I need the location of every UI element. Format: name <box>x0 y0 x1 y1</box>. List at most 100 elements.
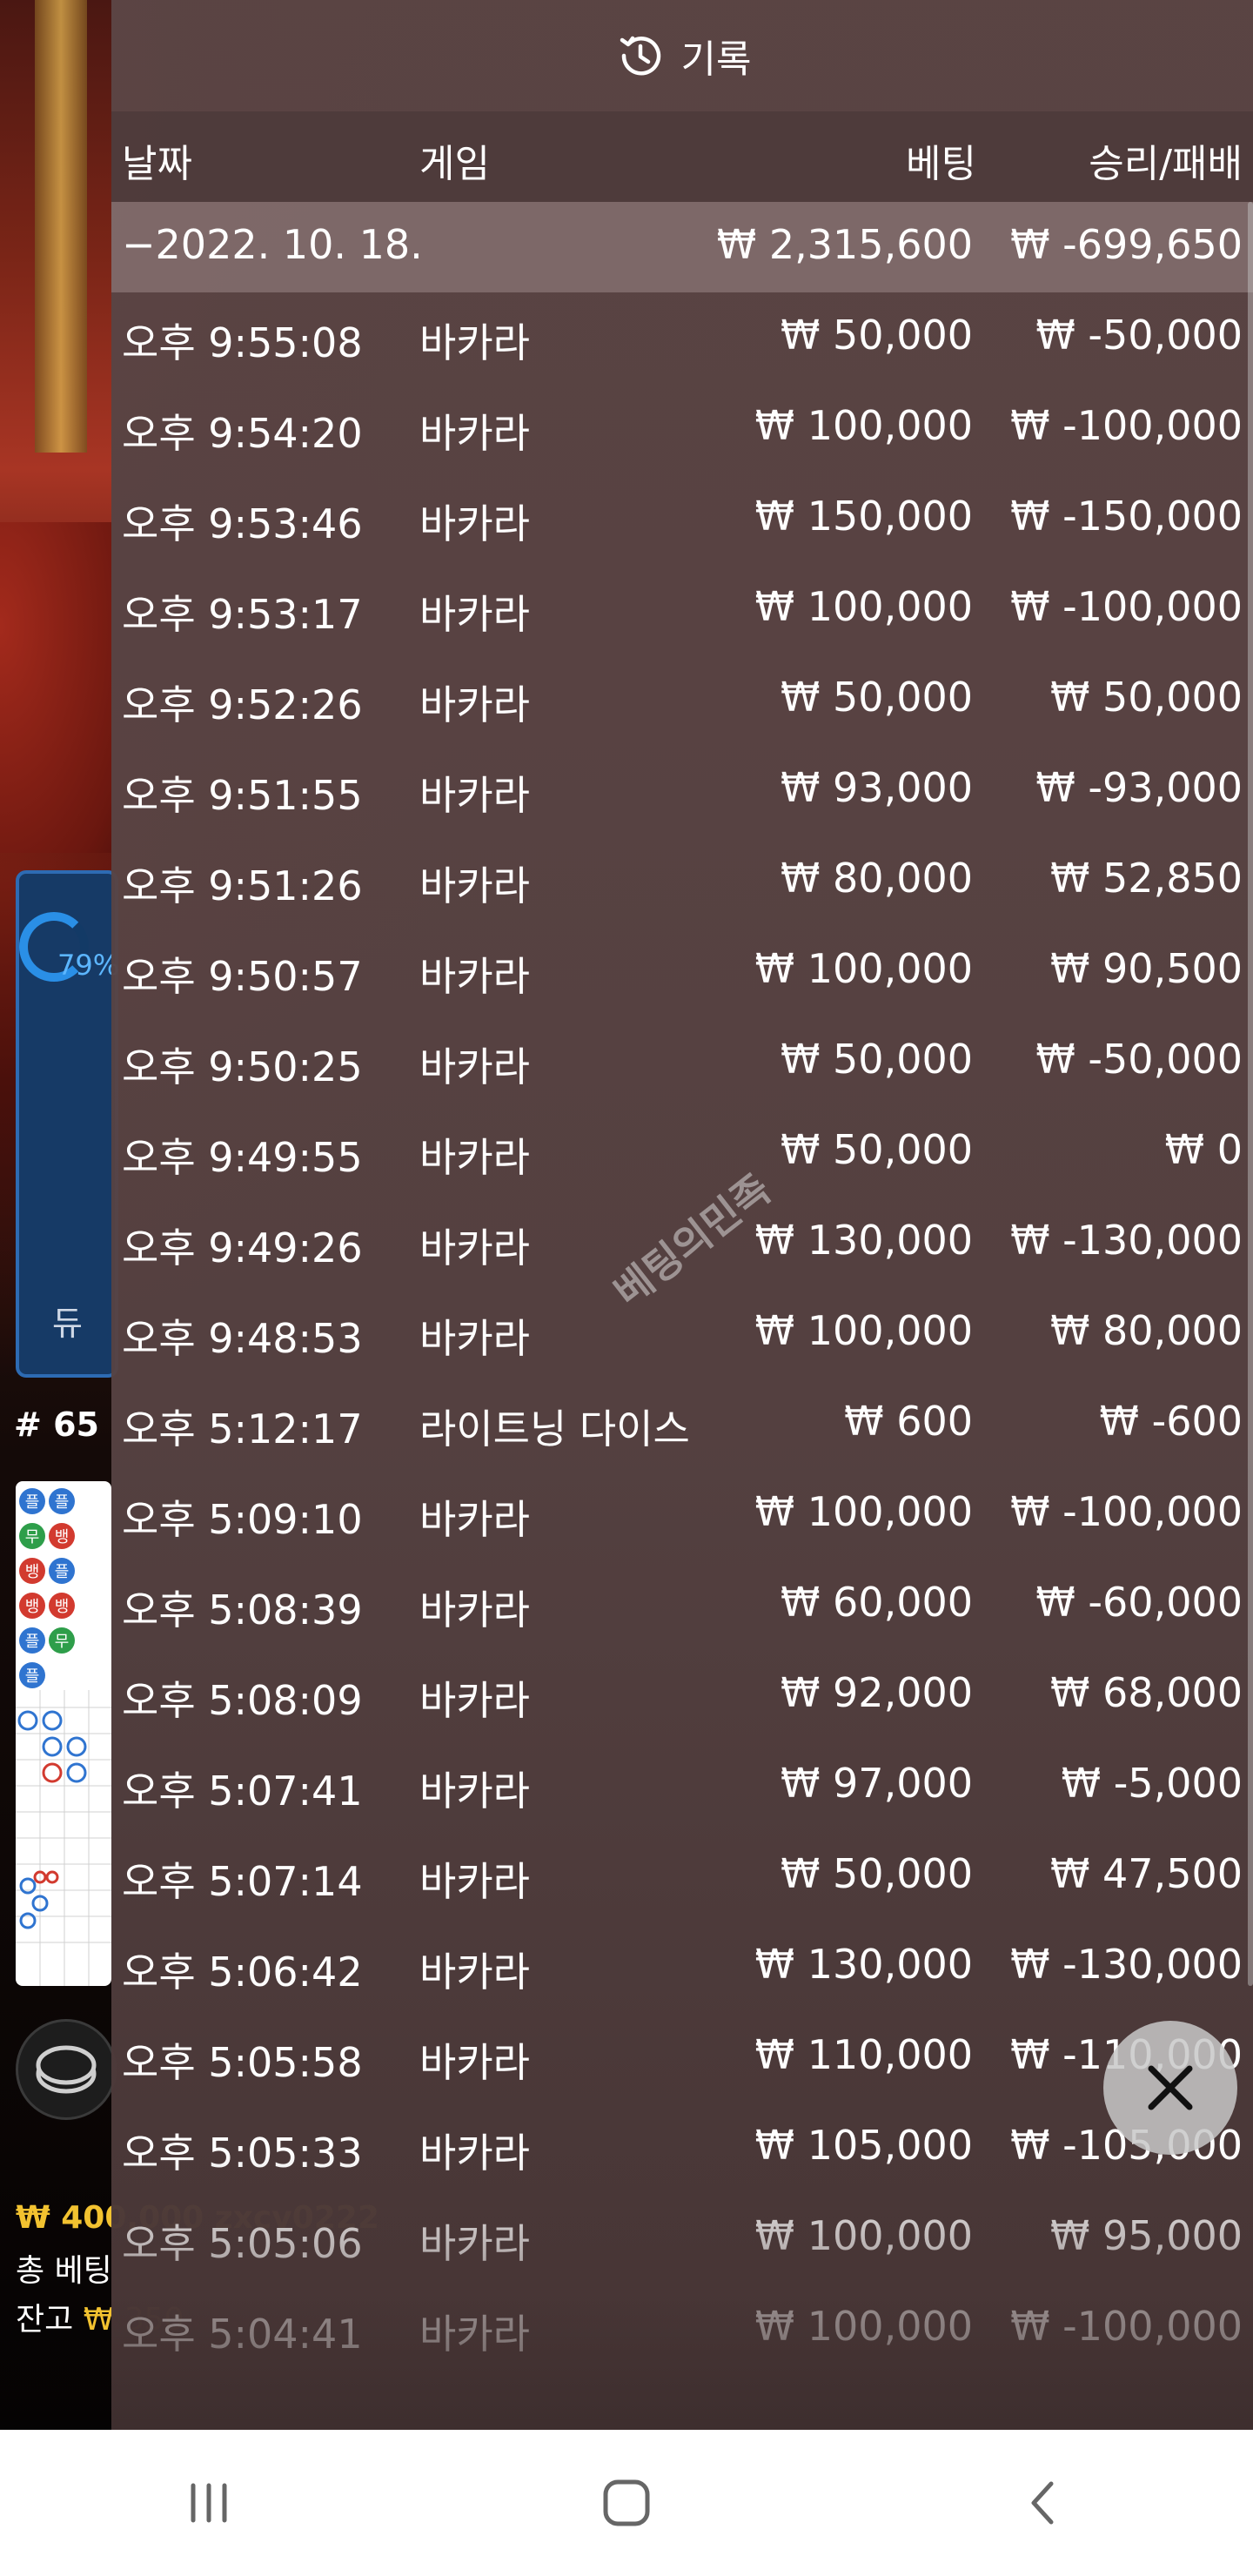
panel-title: 기록 <box>680 37 752 82</box>
casino-pillar <box>35 0 87 453</box>
row-game: 바카라 <box>419 772 530 819</box>
row-result: ₩ -130,000 <box>1010 1217 1243 1264</box>
row-bet: ₩ 130,000 <box>754 1941 973 1988</box>
scrollbar[interactable] <box>1248 202 1253 1986</box>
history-row[interactable]: 오후 9:48:53 바카라 ₩ 100,000 ₩ 80,000 <box>111 1288 1253 1379</box>
history-row[interactable]: 오후 5:05:58바카라₩ 110,000₩ -110,000 <box>111 2012 1253 2103</box>
history-row[interactable]: 오후 5:08:09 바카라 ₩ 92,000 ₩ 68,000 <box>111 1650 1253 1741</box>
history-row[interactable]: 오후 5:05:06 바카라 ₩ 100,000 ₩ 95,000 <box>111 2193 1253 2284</box>
stat-sub-label: 듀 <box>52 1305 83 1343</box>
row-time: 오후 9:50:25 <box>122 1043 363 1090</box>
roadmap-bead: 뱅 <box>19 1593 45 1619</box>
row-bet: ₩ 105,000 <box>754 2122 973 2169</box>
history-row[interactable]: 오후 5:06:42 바카라 ₩ 130,000 ₩ -130,000 <box>111 1922 1253 2012</box>
stat-percent: 79% <box>57 949 120 982</box>
history-row[interactable]: 오후 5:07:41 바카라 ₩ 97,000 ₩ -5,000 <box>111 1741 1253 1831</box>
row-game: 바카라 <box>419 1134 530 1181</box>
home-icon <box>603 2479 650 2526</box>
roadmap-bead: 무 <box>19 1523 45 1549</box>
row-game: 바카라 <box>419 1496 530 1543</box>
system-nav-bar <box>0 2430 1253 2576</box>
history-row[interactable]: 오후 5:05:33 바카라 ₩ 105,000 ₩ -105,000 <box>111 2103 1253 2193</box>
history-row[interactable]: 오후 9:53:17 바카라 ₩ 100,000 ₩ -100,000 <box>111 564 1253 654</box>
history-row[interactable]: 오후 5:12:17 라이트닝 다이스 ₩ 600 ₩ -600 <box>111 1379 1253 1469</box>
row-time: 오후 5:08:09 <box>122 1677 363 1724</box>
row-bet: ₩ 50,000 <box>780 312 973 359</box>
row-game: 바카라 <box>419 1768 530 1815</box>
row-game: 바카라 <box>419 1858 530 1905</box>
history-row[interactable]: 오후 9:52:26 바카라 ₩ 50,000 ₩ 50,000 <box>111 654 1253 745</box>
close-button[interactable] <box>1103 2021 1237 2155</box>
summary-date: −2022. 10. 18. <box>122 221 423 268</box>
row-time: 오후 9:48:53 <box>122 1315 363 1362</box>
row-game: 바카라 <box>419 1315 530 1362</box>
home-button[interactable] <box>574 2451 679 2555</box>
row-bet: ₩ 100,000 <box>754 583 973 630</box>
row-game: 바카라 <box>419 1677 530 1724</box>
history-row[interactable]: 오후 9:51:26 바카라 ₩ 80,000 ₩ 52,850 <box>111 835 1253 926</box>
row-result: ₩ -150,000 <box>1010 493 1243 540</box>
row-bet: ₩ 97,000 <box>780 1760 973 1807</box>
recent-apps-icon <box>191 2483 227 2523</box>
row-game: 바카라 <box>419 500 530 547</box>
row-result: ₩ 47,500 <box>1049 1850 1243 1897</box>
row-time: 오후 9:53:17 <box>122 591 363 638</box>
roadmap-bead: 뱅 <box>49 1523 75 1549</box>
roadmap-bead: 뱅 <box>19 1558 45 1584</box>
history-row[interactable]: 오후 9:55:08 바카라 ₩ 50,000 ₩ -50,000 <box>111 292 1253 383</box>
row-bet: ₩ 100,000 <box>754 402 973 449</box>
row-game: 바카라 <box>419 319 530 366</box>
chip-selector[interactable] <box>16 2019 117 2120</box>
row-time: 오후 5:05:06 <box>122 2220 363 2267</box>
row-result: ₩ -93,000 <box>1035 764 1243 811</box>
history-row[interactable]: 오후 5:07:14 바카라 ₩ 50,000 ₩ 47,500 <box>111 1831 1253 1922</box>
row-result: ₩ -50,000 <box>1035 1036 1243 1083</box>
total-bet-label: 총 베팅 <box>16 2253 112 2289</box>
row-result: ₩ -100,000 <box>1010 583 1243 630</box>
chip-stack-icon <box>36 2045 97 2094</box>
roadmap-bead: 플 <box>49 1488 75 1514</box>
row-time: 오후 9:52:26 <box>122 681 363 728</box>
row-bet: ₩ 100,000 <box>754 945 973 992</box>
date-summary-row[interactable]: −2022. 10. 18. ₩ 2,315,600 ₩ -699,650 <box>111 202 1253 292</box>
row-game: 바카라 <box>419 2311 530 2358</box>
row-result: ₩ 90,500 <box>1049 945 1243 992</box>
row-bet: ₩ 600 <box>844 1398 973 1445</box>
panel-header: 기록 <box>111 0 1253 111</box>
history-clock-icon <box>620 36 660 76</box>
row-game: 바카라 <box>419 681 530 728</box>
history-row[interactable]: 오후 5:08:39 바카라 ₩ 60,000 ₩ -60,000 <box>111 1560 1253 1650</box>
row-time: 오후 5:07:41 <box>122 1768 363 1815</box>
col-game: 게임 <box>419 142 490 186</box>
row-time: 오후 9:49:26 <box>122 1224 363 1271</box>
casino-table <box>0 522 111 853</box>
row-bet: ₩ 50,000 <box>780 674 973 721</box>
history-row[interactable]: 오후 9:51:55 바카라 ₩ 93,000 ₩ -93,000 <box>111 745 1253 835</box>
recent-apps-button[interactable] <box>157 2451 261 2555</box>
history-row[interactable]: 오후 9:50:25 바카라 ₩ 50,000 ₩ -50,000 <box>111 1016 1253 1107</box>
row-time: 오후 9:53:46 <box>122 500 363 547</box>
history-row[interactable]: 오후 9:54:20 바카라 ₩ 100,000 ₩ -100,000 <box>111 383 1253 473</box>
row-game: 바카라 <box>419 2130 530 2177</box>
summary-bet: ₩ 2,315,600 <box>716 221 973 268</box>
row-bet: ₩ 100,000 <box>754 2303 973 2350</box>
history-row[interactable]: 오후 5:04:41 바카라 ₩ 100,000 ₩ -100,000 <box>111 2284 1253 2374</box>
row-game: 바카라 <box>419 1949 530 1996</box>
history-row[interactable]: 오후 9:53:46 바카라 ₩ 150,000 ₩ -150,000 <box>111 473 1253 564</box>
col-date: 날짜 <box>122 142 192 186</box>
back-button[interactable] <box>992 2451 1096 2555</box>
row-game: 바카라 <box>419 2220 530 2267</box>
row-bet: ₩ 92,000 <box>780 1669 973 1716</box>
row-result: ₩ -50,000 <box>1035 312 1243 359</box>
row-bet: ₩ 110,000 <box>754 2031 973 2078</box>
row-time: 오후 5:05:33 <box>122 2130 363 2177</box>
bead-roadmap[interactable]: 플 플 무 뱅 뱅 플 뱅 뱅 플 무 플 <box>16 1481 111 1986</box>
history-row[interactable]: 오후 5:09:10 바카라 ₩ 100,000 ₩ -100,000 <box>111 1469 1253 1560</box>
history-row[interactable]: 오후 9:50:57 바카라 ₩ 100,000 ₩ 90,500 <box>111 926 1253 1016</box>
col-bet: 베팅 <box>906 142 976 186</box>
history-row[interactable]: 오후 9:49:55 바카라 ₩ 50,000 ₩ 0 <box>111 1107 1253 1197</box>
row-bet: ₩ 100,000 <box>754 2212 973 2259</box>
row-game: 라이트닝 다이스 <box>419 1405 690 1452</box>
roadmap-bead: 플 <box>19 1662 45 1688</box>
balance-prefix: 잔고 <box>16 2302 84 2338</box>
